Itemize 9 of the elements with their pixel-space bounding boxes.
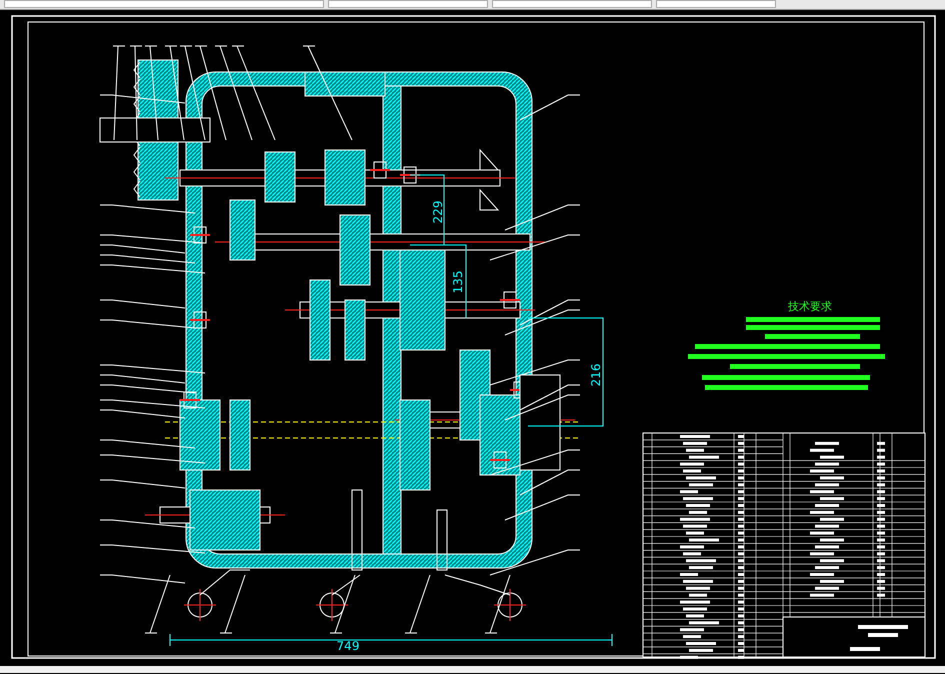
dimension-text: 749 [336,639,360,653]
input-field[interactable] [492,0,652,8]
input-field[interactable] [4,0,324,8]
dimension-text: 229 [431,200,445,224]
input-field[interactable] [656,0,776,8]
input-field[interactable] [328,0,488,8]
dimension-text: 216 [589,364,603,386]
requirements-title: 技术要求 [788,300,832,313]
dimension-text: 135 [451,270,465,294]
